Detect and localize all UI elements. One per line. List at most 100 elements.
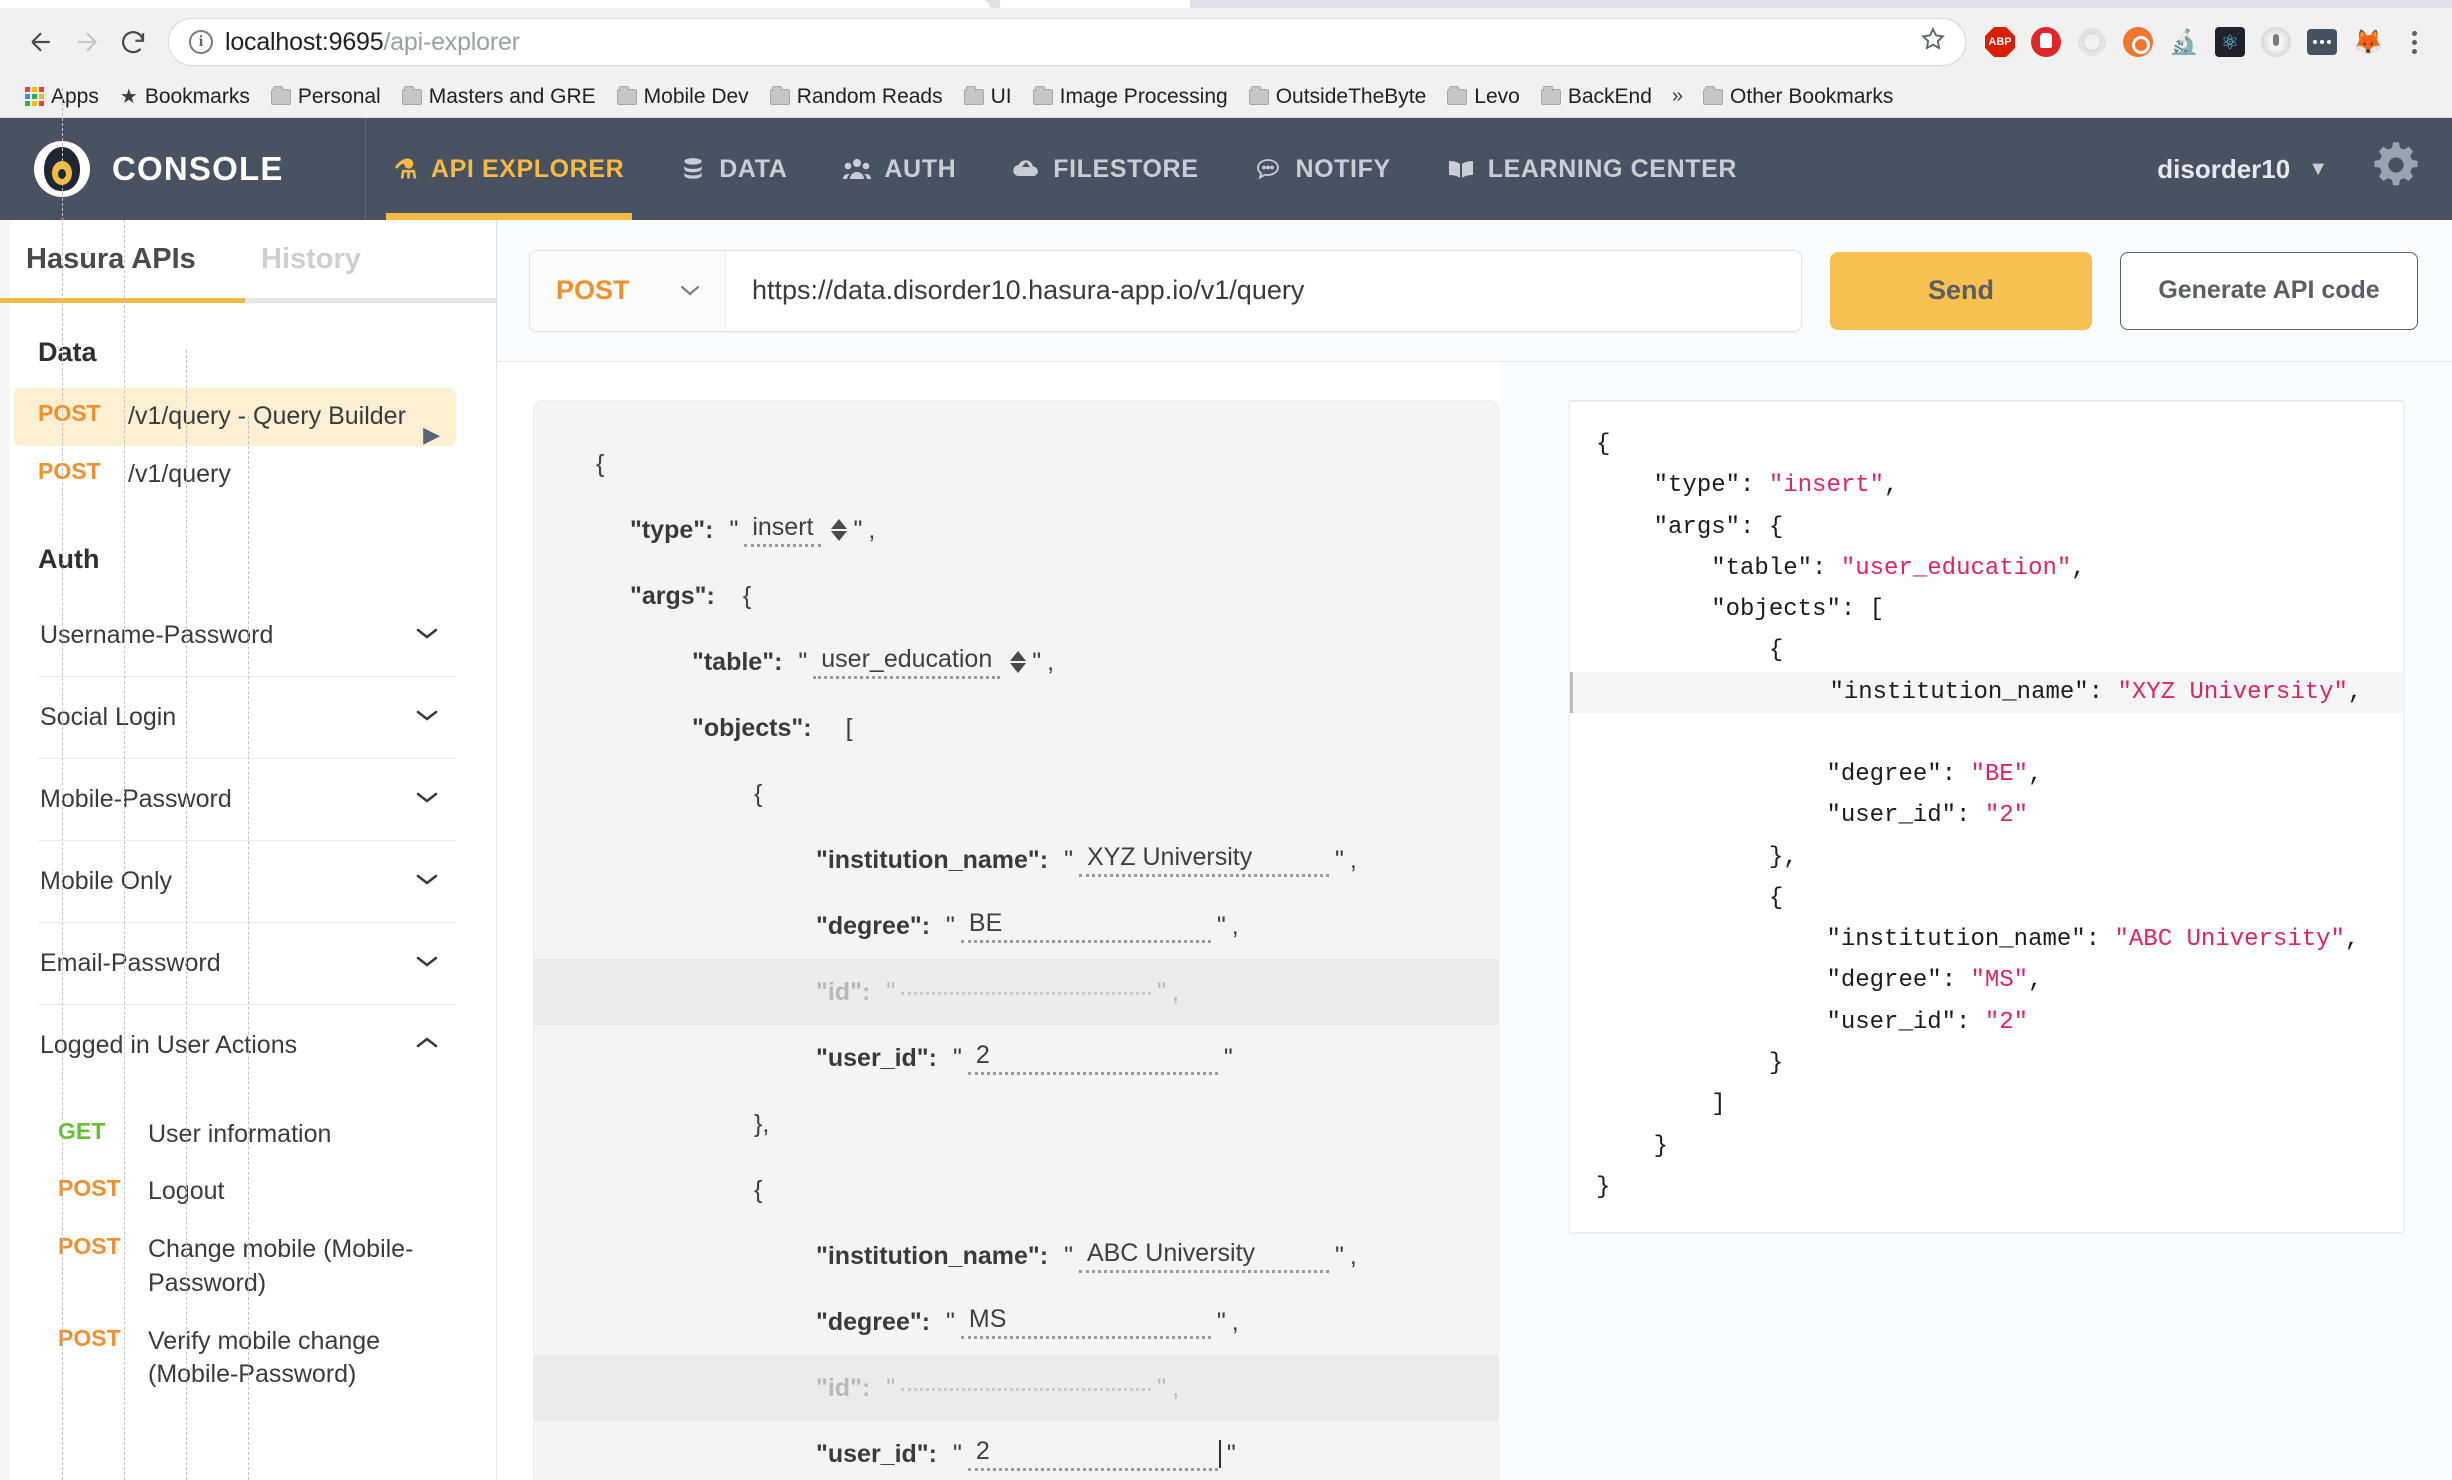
bookmark-masters-and-gre[interactable]: Masters and GRE (393, 82, 605, 112)
ring-extension-icon[interactable] (2072, 22, 2112, 62)
bookmark-star-icon[interactable] (1919, 25, 1951, 60)
omnibox[interactable]: i localhost:9695/api-explorer (168, 18, 1966, 66)
json-line: "degree": "BE", (1596, 761, 2042, 788)
tab-history[interactable]: History (261, 243, 496, 276)
id-input-1[interactable] (901, 990, 1151, 995)
table-value-select[interactable]: user_education (813, 645, 1000, 679)
sidebar-section-data-title: Data (0, 303, 496, 388)
nav-item-api-explorer[interactable]: ⚗ API EXPLORER (366, 118, 652, 220)
list-item-label: User information (148, 1118, 331, 1152)
password-manager-icon[interactable] (2302, 22, 2342, 62)
institution-name-input-2[interactable]: ABC University (1079, 1239, 1329, 1273)
folder-icon (271, 89, 291, 105)
accordion-label: Mobile-Password (40, 785, 232, 814)
institution-name-input-1[interactable]: XYZ University (1079, 843, 1329, 877)
accordion-social-login[interactable]: Social Login (38, 677, 456, 759)
degree-input-2[interactable]: MS (961, 1305, 1211, 1339)
sidebar-item-query-builder[interactable]: POST /v1/query - Query Builder ▶ (14, 388, 456, 446)
folder-icon (770, 89, 790, 105)
gear-icon[interactable] (2370, 139, 2422, 200)
builder-line-object-open-1: { (568, 761, 1464, 827)
extension-icons: ABP 🔬 ⚛ 🦊 (1980, 22, 2434, 62)
builder-line-open-brace: { (568, 431, 1464, 497)
user-id-input-1[interactable]: 2 (968, 1041, 1218, 1075)
json-value-degree-2: "MS" (1970, 967, 2028, 994)
user-menu-label[interactable]: disorder10 (2157, 154, 2290, 185)
accordion-username-password[interactable]: Username-Password (38, 595, 456, 677)
accordion-logged-in-user-actions[interactable]: Logged in User Actions (38, 1005, 456, 1086)
forward-arrow-icon[interactable] (64, 19, 110, 65)
chat-bubble-icon (1254, 156, 1282, 182)
site-info-icon[interactable]: i (189, 30, 213, 54)
nav-item-notify[interactable]: NOTIFY (1226, 118, 1418, 220)
bookmark-backend[interactable]: BackEnd (1532, 82, 1661, 112)
nav-item-auth[interactable]: AUTH (815, 118, 984, 220)
http-method-select[interactable]: POST (530, 251, 726, 331)
json-line: "table": "user_education", (1596, 555, 2086, 582)
logged-in-actions-list: GET User information POST Logout POST Ch… (38, 1086, 456, 1405)
nav-item-learning-center[interactable]: LEARNING CENTER (1419, 118, 1765, 220)
ublock-origin-icon[interactable] (2026, 22, 2066, 62)
request-bar: POST https://data.disorder10.hasura-app.… (497, 220, 2452, 362)
nav-item-label: AUTH (884, 155, 956, 184)
generate-api-code-button[interactable]: Generate API code (2120, 252, 2418, 330)
bookmark-label: Levo (1474, 85, 1520, 109)
http-verb-badge: GET (58, 1118, 130, 1145)
http-verb-badge: POST (38, 400, 110, 427)
chevron-down-icon (414, 706, 440, 729)
browser-tab-active[interactable] (0, 0, 990, 8)
send-button[interactable]: Send (1830, 252, 2092, 330)
nav-item-label: DATA (719, 155, 787, 184)
user-id-input-2[interactable]: 2 (968, 1437, 1218, 1471)
bookmark-bookmarks[interactable]: ★ Bookmarks (111, 82, 259, 112)
react-devtools-icon[interactable]: ⚛ (2210, 22, 2250, 62)
folder-icon (1541, 89, 1561, 105)
degree-input-1[interactable]: BE (961, 909, 1211, 943)
id-input-2[interactable] (901, 1386, 1151, 1391)
bookmark-personal[interactable]: Personal (262, 82, 390, 112)
back-arrow-icon[interactable] (18, 19, 64, 65)
browser-tab-other[interactable] (1000, 0, 1190, 8)
builder-line-type: "type": " insert ", (568, 497, 1464, 563)
bookmark-ui[interactable]: UI (955, 82, 1021, 112)
json-line: } (1596, 1050, 1783, 1077)
request-url-input[interactable]: https://data.disorder10.hasura-app.io/v1… (726, 251, 1801, 331)
accordion-mobile-password[interactable]: Mobile-Password (38, 759, 456, 841)
nav-item-filestore[interactable]: FILESTORE (984, 118, 1226, 220)
json-line: { (1596, 431, 1610, 458)
query-builder-pane: { "type": " insert ", "args": { "t (497, 362, 1499, 1480)
bookmarks-overflow-icon[interactable]: » (1664, 85, 1691, 108)
builder-line-degree-1: "degree": " BE ", (568, 893, 1464, 959)
key-user-id: user_id (828, 1044, 917, 1072)
microphone-extension-icon[interactable] (2256, 22, 2296, 62)
brand[interactable]: CONSOLE (0, 118, 366, 220)
bookmark-image-processing[interactable]: Image Processing (1024, 82, 1237, 112)
stepper-icon[interactable] (831, 519, 847, 541)
accordion-mobile-only[interactable]: Mobile Only (38, 841, 456, 923)
adblock-plus-icon[interactable]: ABP (1980, 22, 2020, 62)
type-value-select[interactable]: insert (744, 513, 821, 547)
metamask-fox-icon[interactable]: 🦊 (2348, 22, 2388, 62)
stepper-icon[interactable] (1010, 651, 1026, 673)
bookmark-label: Other Bookmarks (1730, 85, 1893, 109)
chrome-menu-icon[interactable] (2394, 22, 2434, 62)
accordion-email-password[interactable]: Email-Password (38, 923, 456, 1005)
bookmark-outsidethebyte[interactable]: OutsideTheByte (1240, 82, 1436, 112)
chevron-down-icon[interactable]: ▼ (2308, 158, 2328, 181)
color-picker-icon[interactable]: 🔬 (2164, 22, 2204, 62)
json-value-userid-2: "2" (1985, 1009, 2028, 1036)
nav-item-data[interactable]: DATA (652, 118, 815, 220)
tab-strip[interactable] (0, 0, 2452, 8)
reload-icon[interactable] (110, 19, 156, 65)
nav-right: disorder10 ▼ (2157, 118, 2452, 220)
builder-line-institution-1: "institution_name": " XYZ University ", (568, 827, 1464, 893)
bookmark-levo[interactable]: Levo (1438, 82, 1529, 112)
bookmark-random-reads[interactable]: Random Reads (761, 82, 952, 112)
bookmark-mobile-dev[interactable]: Mobile Dev (608, 82, 758, 112)
builder-line-id-2: "id": " ", (534, 1355, 1498, 1421)
chevron-down-icon (414, 788, 440, 811)
orange-target-extension-icon[interactable] (2118, 22, 2158, 62)
json-preview-card[interactable]: { "type": "insert", "args": { "table": "… (1569, 400, 2404, 1233)
chevron-up-icon (414, 1034, 440, 1057)
bookmark-other-bookmarks[interactable]: Other Bookmarks (1694, 82, 1902, 112)
